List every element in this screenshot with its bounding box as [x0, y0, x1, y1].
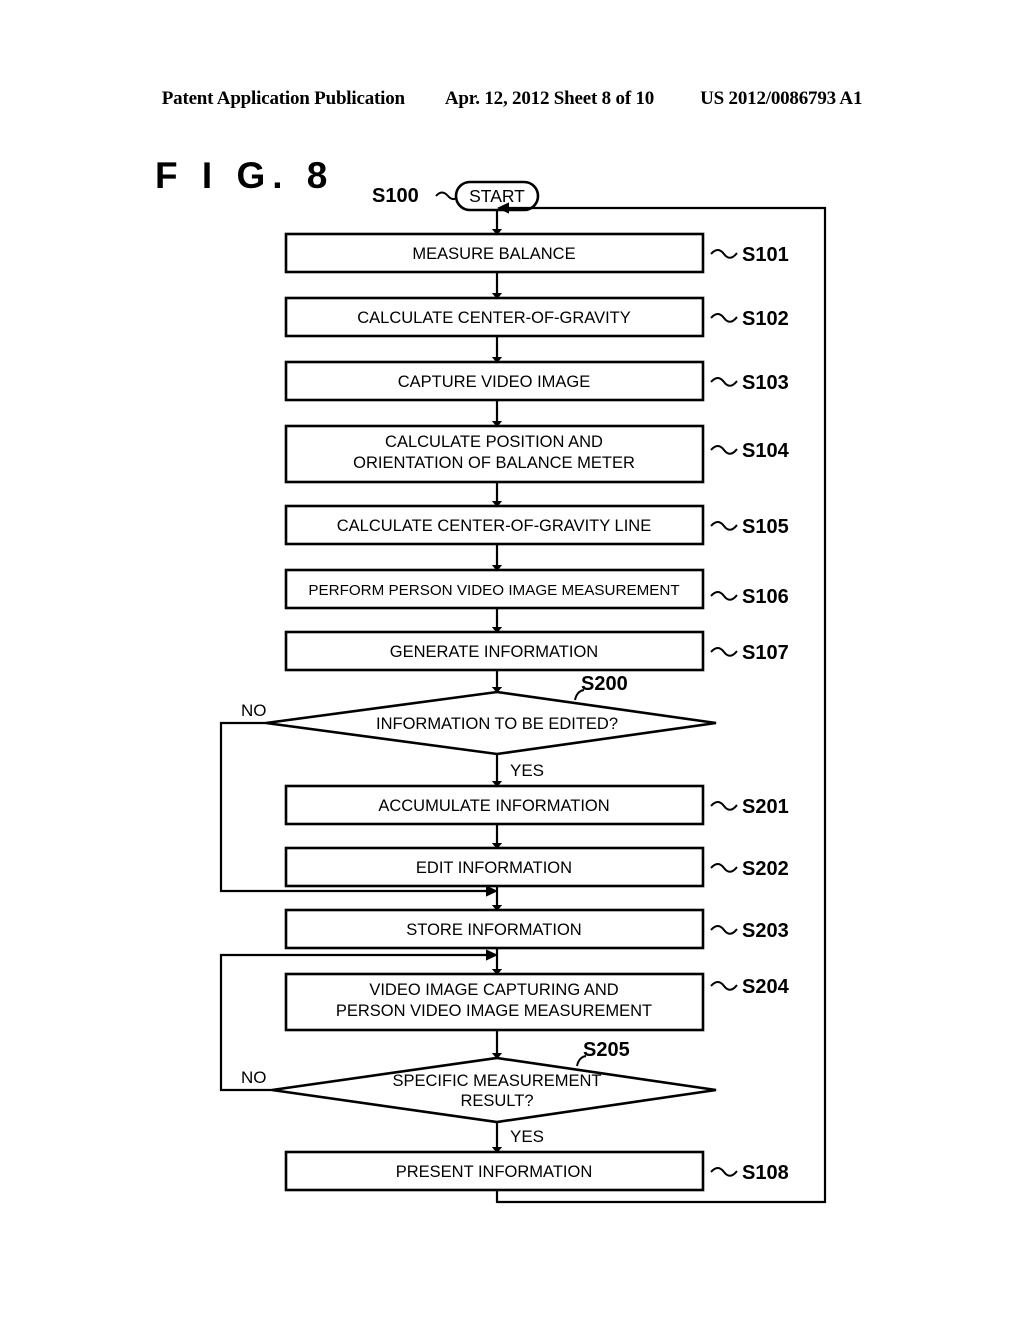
patent-figure-page: Patent Application Publication Apr. 12, …	[0, 0, 1024, 1320]
start-step-label: S100	[372, 185, 419, 207]
step-label-s105: S105	[742, 516, 789, 538]
step-label-s204: S204	[742, 976, 790, 998]
start-step-label-group: S100	[372, 185, 461, 207]
step-label-s107: S107	[742, 642, 789, 664]
process-text-s102: CALCULATE CENTER-OF-GRAVITY	[357, 309, 631, 327]
step-label-s108: S108	[742, 1162, 789, 1184]
process-text-s108: PRESENT INFORMATION	[396, 1163, 593, 1181]
tilde-s202	[710, 863, 738, 873]
step-label-s106: S106	[742, 586, 789, 608]
step-label-s201: S201	[742, 796, 789, 818]
flowchart-diagram: S100 START MEASURE BALANCE S101 CALCULAT…	[219, 180, 827, 1204]
tilde-s108	[710, 1167, 738, 1177]
process-text-s104-line2: ORIENTATION OF BALANCE METER	[353, 454, 635, 472]
tilde-s103	[710, 377, 738, 387]
step-label-s200: S200	[581, 673, 628, 695]
tilde-s107	[710, 647, 738, 657]
start-label: START	[469, 186, 525, 206]
decision-diamond-s205	[271, 1056, 717, 1124]
process-text-s204-line2: PERSON VIDEO IMAGE MEASUREMENT	[336, 1002, 652, 1020]
step-label-s104: S104	[742, 440, 790, 462]
tilde-s201	[710, 801, 738, 811]
tilde-s106	[710, 591, 738, 601]
tilde-s204	[710, 981, 738, 991]
step-label-s103: S103	[742, 372, 789, 394]
process-text-s204-line1: VIDEO IMAGE CAPTURING AND	[369, 981, 618, 999]
process-text-s105: CALCULATE CENTER-OF-GRAVITY LINE	[337, 517, 651, 535]
decision-text-s205-line2: RESULT?	[460, 1092, 533, 1110]
tilde-s102	[710, 313, 738, 323]
yes-label-s205: YES	[510, 1127, 544, 1146]
yes-label-s200: YES	[510, 761, 544, 780]
step-label-s101: S101	[742, 244, 789, 266]
no-label-s205: NO	[241, 1068, 267, 1087]
process-text-s104-line1: CALCULATE POSITION AND	[385, 433, 603, 451]
step-label-s203: S203	[742, 920, 789, 942]
process-text-s202: EDIT INFORMATION	[416, 859, 572, 877]
tilde-s203	[710, 925, 738, 935]
step-label-s205: S205	[583, 1039, 630, 1061]
process-text-s107: GENERATE INFORMATION	[390, 643, 598, 661]
tilde-s105	[710, 521, 738, 531]
no-label-s200: NO	[241, 701, 267, 720]
process-text-s201: ACCUMULATE INFORMATION	[378, 797, 609, 815]
process-text-s101: MEASURE BALANCE	[412, 245, 575, 263]
decision-text-s200: INFORMATION TO BE EDITED?	[376, 715, 618, 733]
decision-text-s205-line1: SPECIFIC MEASUREMENT	[392, 1072, 601, 1090]
tilde-s101	[710, 249, 738, 259]
process-text-s203: STORE INFORMATION	[406, 921, 581, 939]
step-label-s202: S202	[742, 858, 789, 880]
step-label-s102: S102	[742, 308, 789, 330]
tilde-s104	[710, 445, 738, 455]
process-text-s103: CAPTURE VIDEO IMAGE	[398, 373, 591, 391]
process-text-s106: PERFORM PERSON VIDEO IMAGE MEASUREMENT	[308, 582, 679, 599]
